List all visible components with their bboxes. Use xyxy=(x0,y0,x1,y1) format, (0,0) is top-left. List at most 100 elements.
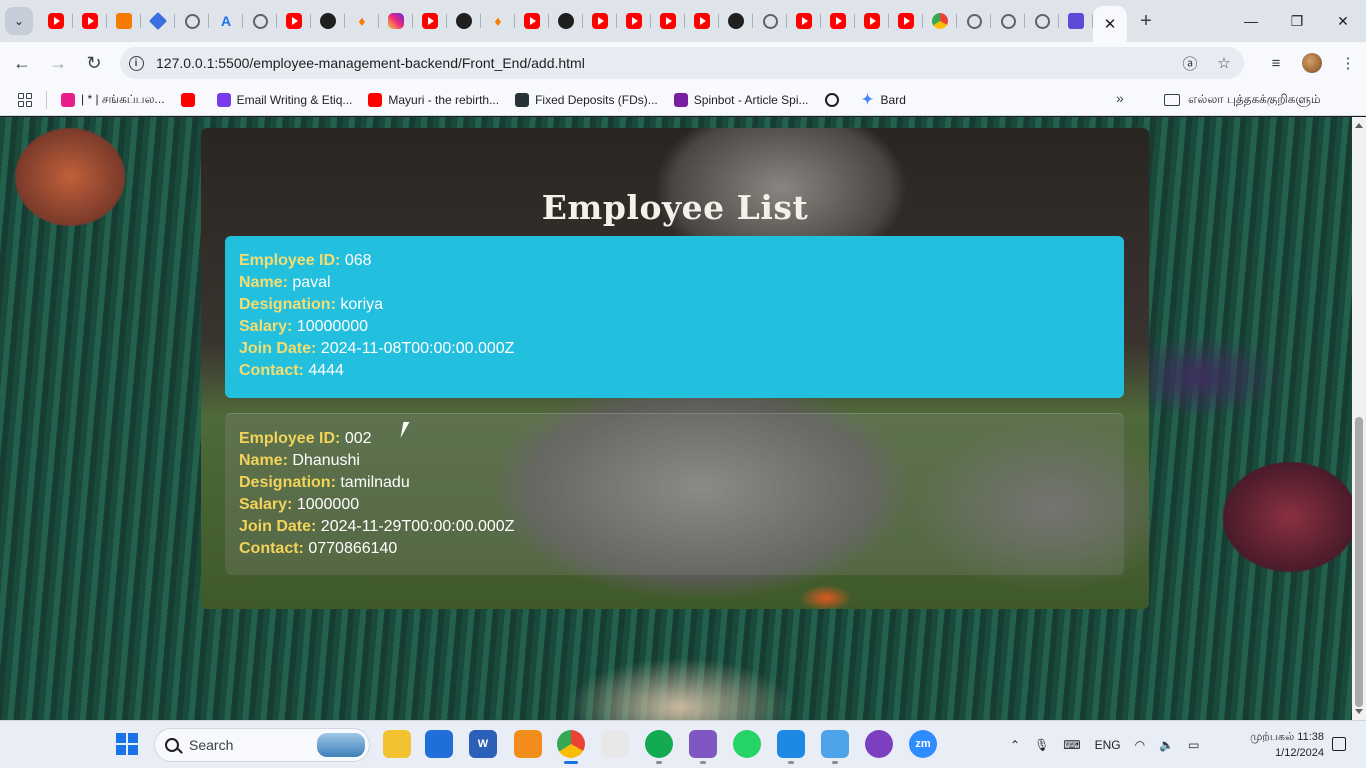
menu-icon[interactable]: ⋮ xyxy=(1330,54,1366,72)
microphone-icon[interactable]: 🎙 xyxy=(1034,738,1049,752)
tab-22[interactable] xyxy=(787,4,821,38)
tab-24[interactable] xyxy=(855,4,889,38)
tab-19[interactable] xyxy=(685,4,719,38)
employee-card: Employee ID: 002 Name: Dhanushi Designatio… xyxy=(225,413,1124,575)
close-tab-icon[interactable]: ✕ xyxy=(1104,15,1117,33)
tab-17[interactable] xyxy=(617,4,651,38)
tab-2[interactable] xyxy=(107,4,141,38)
zoom-icon[interactable]: zm xyxy=(909,730,937,758)
vscode-icon[interactable] xyxy=(777,730,805,764)
scroll-down-arrow-icon[interactable] xyxy=(1355,709,1363,714)
tab-7[interactable] xyxy=(277,4,311,38)
tab-30[interactable] xyxy=(1059,4,1093,38)
volume-icon[interactable]: 🔈 xyxy=(1159,738,1174,752)
scroll-up-arrow-icon[interactable] xyxy=(1355,123,1363,128)
keyboard-icon[interactable]: ⌨ xyxy=(1063,738,1080,752)
active-tab[interactable]: ✕ xyxy=(1093,6,1127,42)
vlc-icon[interactable] xyxy=(514,730,542,758)
tab-26[interactable] xyxy=(923,4,957,38)
tab-10[interactable] xyxy=(379,4,413,38)
restore-button[interactable]: ❐ xyxy=(1274,0,1320,42)
tab-9[interactable]: ♦ xyxy=(345,4,379,38)
file-explorer-icon[interactable] xyxy=(383,730,411,758)
tab-8[interactable] xyxy=(311,4,345,38)
tab-25[interactable] xyxy=(889,4,923,38)
visual-studio-icon[interactable] xyxy=(689,730,717,764)
chrome-icon[interactable] xyxy=(557,730,585,764)
all-bookmarks-folder[interactable]: எல்லா புத்தகக்குறிகளும் xyxy=(1164,92,1321,108)
whatsapp-icon[interactable] xyxy=(733,730,761,758)
github-desktop-icon[interactable] xyxy=(865,730,893,758)
field-label: Salary: xyxy=(239,496,293,513)
site-info-button[interactable]: i xyxy=(120,55,152,71)
field-value: 002 xyxy=(344,430,372,447)
tab-18[interactable] xyxy=(651,4,685,38)
bookmark-6[interactable] xyxy=(824,92,845,107)
taskbar-search[interactable]: Search xyxy=(154,728,370,762)
employee-field-contact: Contact: 0770866140 xyxy=(239,538,1110,560)
scroll-thumb[interactable] xyxy=(1355,417,1363,707)
windows-start-icon[interactable] xyxy=(116,733,138,755)
battery-icon[interactable]: ▭ xyxy=(1188,738,1199,752)
tab-21[interactable] xyxy=(753,4,787,38)
chevron-up-icon[interactable]: ⌃ xyxy=(1010,738,1020,752)
bookmark-1[interactable] xyxy=(180,92,201,107)
close-window-button[interactable]: ✕ xyxy=(1320,0,1366,42)
mongodb-icon[interactable] xyxy=(645,730,673,764)
tab-13[interactable]: ♦ xyxy=(481,4,515,38)
tab-3[interactable] xyxy=(141,4,175,38)
tab-29[interactable] xyxy=(1025,4,1059,38)
employee-field-contact: Contact: 4444 xyxy=(239,360,1110,382)
azure-data-icon[interactable] xyxy=(821,730,849,764)
tab-search-button[interactable]: ⌄ xyxy=(5,7,33,35)
language-indicator[interactable]: ENG xyxy=(1095,738,1121,752)
more-bookmarks-icon[interactable]: » xyxy=(1116,90,1124,106)
bookmark-0[interactable]: | * | சங்கப்பல... xyxy=(61,92,165,108)
store-icon[interactable] xyxy=(425,730,453,758)
back-button[interactable]: ← xyxy=(4,45,40,81)
tab-14[interactable] xyxy=(515,4,549,38)
word-icon[interactable]: W xyxy=(469,730,497,758)
forward-button[interactable]: → xyxy=(40,45,76,81)
bookmark-7[interactable]: ✦ Bard xyxy=(861,91,906,107)
apps-grid-icon[interactable] xyxy=(18,92,32,107)
tab-1[interactable] xyxy=(73,4,107,38)
vertical-scrollbar[interactable] xyxy=(1352,117,1366,720)
tab-12[interactable] xyxy=(447,4,481,38)
address-bar[interactable]: i 127.0.0.1:5500/employee-management-bac… xyxy=(120,47,1244,79)
tab-list: A ♦ ♦ xyxy=(39,4,1093,38)
new-tab-button[interactable]: + xyxy=(1131,6,1161,36)
tab-6[interactable] xyxy=(243,4,277,38)
tab-11[interactable] xyxy=(413,4,447,38)
profile-avatar[interactable] xyxy=(1302,53,1322,73)
notification-icon[interactable] xyxy=(1332,737,1346,751)
media-controls-icon[interactable]: ≡ xyxy=(1258,55,1294,72)
reload-button[interactable]: ↻ xyxy=(76,45,112,81)
bookmark-4[interactable]: Fixed Deposits (FDs)... xyxy=(515,92,658,107)
bookmark-5[interactable]: Spinbot - Article Spi... xyxy=(673,92,809,107)
sheet-icon xyxy=(1068,13,1084,29)
clock[interactable]: முற்பகல் 11:38 1/12/2024 xyxy=(1228,729,1324,761)
tab-15[interactable] xyxy=(549,4,583,38)
bookmark-star-icon[interactable]: ☆ xyxy=(1212,54,1236,72)
powerpoint-icon[interactable] xyxy=(601,730,629,758)
tab-5[interactable]: A xyxy=(209,4,243,38)
employee-field-name: Name: Dhanushi xyxy=(239,450,1110,472)
minimize-button[interactable]: — xyxy=(1228,0,1274,42)
translate-icon[interactable]: ⓐ xyxy=(1178,53,1202,74)
tab-27[interactable] xyxy=(957,4,991,38)
field-value: 068 xyxy=(344,252,372,269)
bookmark-ab-icon xyxy=(515,92,530,107)
arrow-right-icon: → xyxy=(49,52,67,73)
wifi-icon[interactable]: ◠ xyxy=(1135,738,1145,752)
tab-0[interactable] xyxy=(39,4,73,38)
tab-28[interactable] xyxy=(991,4,1025,38)
tab-16[interactable] xyxy=(583,4,617,38)
tab-20[interactable] xyxy=(719,4,753,38)
bookmark-2[interactable]: Email Writing & Etiq... xyxy=(216,92,352,107)
tab-4[interactable] xyxy=(175,4,209,38)
bookmark-3[interactable]: Mayuri - the rebirth... xyxy=(368,92,499,107)
tab-23[interactable] xyxy=(821,4,855,38)
globe-icon xyxy=(762,13,778,29)
url-text[interactable]: 127.0.0.1:5500/employee-management-backe… xyxy=(156,55,585,71)
